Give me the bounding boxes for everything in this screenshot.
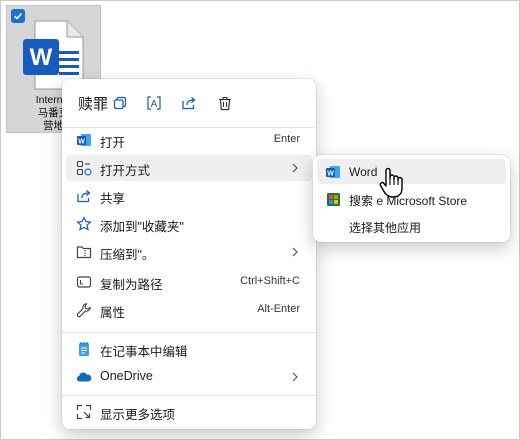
separator [62,395,316,396]
delete-icon[interactable] [213,91,237,115]
chevron-right-icon [290,160,300,176]
store-icon [325,191,341,207]
menu-item-copy-path[interactable]: 复制为路径 Ctrl+Shift+C [66,269,312,295]
chevron-right-icon [290,244,300,260]
menu-item-compress[interactable]: 压缩到"。 [66,239,312,265]
menu-item-edit-notepad[interactable]: 在记事本中编辑 [66,336,312,362]
copy-path-icon [76,274,92,290]
svg-text:W: W [30,44,53,71]
share-icon[interactable] [177,91,201,115]
more-options-icon [76,404,92,420]
svg-text:W: W [78,138,85,145]
menu-item-open[interactable]: W 打开 Enter [66,127,312,153]
menu-item-add-favorites[interactable]: 添加到"收藏夹" [66,211,312,237]
share-icon [76,188,92,204]
quick-actions-bar: 赎罪 A [62,79,316,127]
menu-item-onedrive[interactable]: OneDrive [66,364,312,390]
menu-item-properties[interactable]: 属性 Alt-Enter [66,297,312,323]
rename-icon[interactable]: A [142,91,166,115]
zip-icon [76,244,92,260]
submenu-item-microsoft-store[interactable]: 搜索 e Microsoft Store [317,186,506,211]
hand-cursor-icon [379,167,403,198]
onedrive-icon [76,369,92,385]
word-app-icon: W [325,164,341,180]
open-with-icon [76,160,92,176]
svg-text:A: A [151,99,158,110]
chevron-right-icon [290,369,300,385]
separator [62,332,316,333]
context-menu: 赎罪 A W 打开 Enter 打开方式 共享 添加到"收藏夹" 压缩到"。 复… [62,79,316,429]
menu-item-more-options[interactable]: 显示更多选项 [66,399,312,425]
wrench-icon [76,302,92,318]
star-icon [76,216,92,232]
submenu-item-choose-app[interactable]: 选择其他应用 [317,213,506,238]
menu-item-open-with[interactable]: 打开方式 [66,155,312,181]
quick-action-label: 赎罪 [78,96,109,113]
copy-icon[interactable] [108,91,132,115]
submenu-item-word[interactable]: W Word [317,159,506,184]
open-with-submenu: W Word 搜索 e Microsoft Store 选择其他应用 [313,155,510,242]
menu-item-share[interactable]: 共享 [66,183,312,209]
svg-text:W: W [327,170,334,177]
notepad-icon [76,341,92,357]
word-app-icon: W [76,132,92,148]
